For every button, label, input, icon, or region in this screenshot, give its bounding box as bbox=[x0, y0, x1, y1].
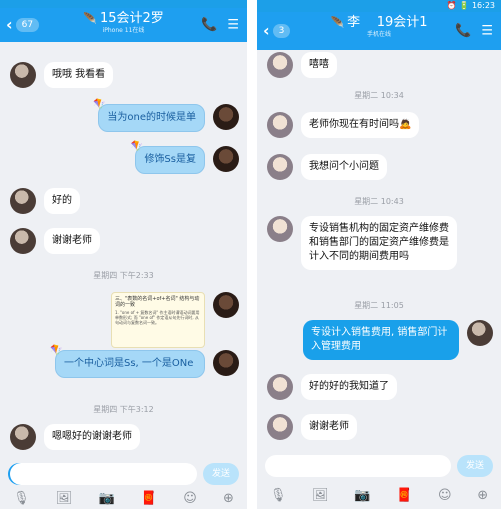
back-button[interactable]: ‹ 3 bbox=[263, 21, 291, 40]
microphone-icon[interactable]: 🎙 bbox=[13, 491, 30, 506]
left-chat-screen: ‹ 67 🪶 15会计2罗 iPhone 11在线 📞 ☰ 哦哦 我看看 🪁 当为o… bbox=[0, 0, 247, 509]
menu-icon[interactable]: ☰ bbox=[481, 24, 493, 39]
message-bubble[interactable]: 嗯嗯好的谢谢老师 bbox=[44, 424, 140, 450]
message-incoming: 谢谢老师 bbox=[10, 228, 100, 254]
chat-title: 🪶 15会计2罗 bbox=[83, 11, 164, 26]
kite-icon: 🪁 bbox=[93, 99, 106, 110]
message-incoming: 我想问个小问题 bbox=[267, 154, 387, 180]
back-button[interactable]: ‹ 67 bbox=[6, 15, 40, 34]
kite-icon: 🪁 bbox=[50, 345, 63, 356]
input-toolbar: 🎙 🖼 📷 🧧 ☺ ⊕ bbox=[0, 487, 247, 509]
message-outgoing: 专设计入销售费用, 销售部门计入管理费用 bbox=[303, 320, 493, 360]
message-incoming: 谢谢老师 bbox=[267, 414, 357, 440]
chevron-left-icon: ‹ bbox=[263, 21, 270, 40]
online-status: 手机在线 bbox=[366, 31, 391, 38]
input-toolbar: 🎙 🖼 📷 🧧 ☺ ⊕ bbox=[257, 481, 501, 509]
message-bubble[interactable]: 哦哦 我看看 bbox=[44, 62, 114, 88]
camera-icon[interactable]: 📷 bbox=[354, 488, 370, 503]
avatar[interactable] bbox=[267, 216, 293, 242]
plus-icon[interactable]: ⊕ bbox=[223, 491, 234, 506]
camera-icon[interactable]: 📷 bbox=[99, 491, 115, 506]
avatar[interactable] bbox=[213, 350, 239, 376]
chat-header: ‹ 3 🪶 李 19会计1 手机在线 📞 ☰ bbox=[257, 12, 501, 50]
chat-header: ‹ 67 🪶 15会计2罗 iPhone 11在线 📞 ☰ bbox=[0, 8, 247, 42]
message-list[interactable]: 嘻嘻 星期二 10:34 老师你现在有时间吗🙇 我想问个小问题 星期二 10:4… bbox=[257, 50, 501, 454]
message-incoming: 老师你现在有时间吗🙇 bbox=[267, 112, 420, 138]
message-bubble[interactable]: 好的 bbox=[44, 188, 80, 214]
avatar[interactable] bbox=[267, 112, 293, 138]
message-incoming: 嘻嘻 bbox=[267, 52, 337, 78]
chat-title: 🪶 李 19会计1 bbox=[330, 15, 428, 30]
message-bubble[interactable]: 我想问个小问题 bbox=[301, 154, 387, 180]
feather-icon: 🪶 bbox=[83, 12, 97, 25]
message-list[interactable]: 哦哦 我看看 🪁 当为one的时候是单 🪁 修饰Ss是复 好的 谢谢老师 星期四 下… bbox=[0, 42, 247, 461]
unread-badge: 3 bbox=[272, 24, 291, 38]
image-message[interactable]: 三、"表数的名词+of+名词" 结构与动词的一致 1. "one of + 复数… bbox=[111, 292, 205, 348]
message-incoming: 专设销售机构的固定资产维修费和销售部门的固定资产维修费是计入不同的期间费用吗 bbox=[267, 216, 457, 270]
message-incoming: 哦哦 我看看 bbox=[10, 62, 114, 88]
message-bubble[interactable]: 🪁 当为one的时候是单 bbox=[93, 99, 205, 132]
message-input[interactable] bbox=[8, 463, 197, 485]
timestamp: 星期四 下午3:12 bbox=[93, 405, 154, 414]
message-incoming: 好的好的我知道了 bbox=[267, 374, 397, 400]
feather-icon: 🪶 bbox=[330, 16, 345, 29]
status-bar: ⏰ 🔋 16:23 bbox=[257, 0, 501, 12]
red-packet-icon[interactable]: 🧧 bbox=[141, 491, 157, 506]
status-right: ⏰ 🔋 16:23 bbox=[446, 1, 495, 10]
message-input[interactable] bbox=[265, 455, 451, 477]
online-status: iPhone 11在线 bbox=[102, 27, 145, 34]
phone-icon[interactable]: 📞 bbox=[201, 18, 217, 33]
phone-icon[interactable]: 📞 bbox=[455, 24, 471, 39]
emoji-icon[interactable]: ☺ bbox=[438, 488, 452, 503]
image-icon[interactable]: 🖼 bbox=[56, 491, 73, 506]
timestamp: 星期四 下午2:33 bbox=[93, 271, 154, 280]
avatar[interactable] bbox=[213, 292, 239, 318]
message-bubble[interactable]: 专设计入销售费用, 销售部门计入管理费用 bbox=[303, 320, 459, 360]
timestamp: 星期二 10:43 bbox=[354, 197, 404, 206]
status-time: 16:23 bbox=[471, 1, 495, 10]
message-bubble[interactable]: 嘻嘻 bbox=[301, 52, 337, 78]
message-outgoing: 🪁 一个中心词是Ss, 一个是ONe bbox=[50, 345, 239, 378]
message-outgoing: 🪁 修饰Ss是复 bbox=[130, 141, 239, 174]
red-packet-icon[interactable]: 🧧 bbox=[396, 488, 412, 503]
avatar[interactable] bbox=[267, 154, 293, 180]
timestamp: 星期二 10:34 bbox=[354, 91, 404, 100]
chat-title-area[interactable]: 🪶 15会计2罗 iPhone 11在线 bbox=[40, 11, 207, 35]
kite-icon: 🪁 bbox=[130, 141, 143, 152]
message-incoming: 嗯嗯好的谢谢老师 bbox=[10, 424, 140, 450]
message-bubble[interactable]: 老师你现在有时间吗🙇 bbox=[301, 112, 420, 138]
message-outgoing: 三、"表数的名词+of+名词" 结构与动词的一致 1. "one of + 复数… bbox=[111, 292, 239, 348]
emoji-icon[interactable]: ☺ bbox=[183, 491, 197, 506]
avatar[interactable] bbox=[10, 188, 36, 214]
status-bar bbox=[0, 0, 247, 8]
plus-icon[interactable]: ⊕ bbox=[477, 488, 488, 503]
microphone-icon[interactable]: 🎙 bbox=[270, 488, 287, 503]
message-bubble[interactable]: 🪁 一个中心词是Ss, 一个是ONe bbox=[50, 345, 205, 378]
avatar[interactable] bbox=[267, 414, 293, 440]
avatar[interactable] bbox=[10, 424, 36, 450]
send-button[interactable]: 发送 bbox=[457, 455, 493, 477]
right-chat-screen: ⏰ 🔋 16:23 ‹ 3 🪶 李 19会计1 手机在线 📞 ☰ 嘻嘻 星期二 1… bbox=[257, 0, 501, 509]
message-incoming: 好的 bbox=[10, 188, 80, 214]
avatar[interactable] bbox=[267, 374, 293, 400]
avatar[interactable] bbox=[213, 104, 239, 130]
message-outgoing: 🪁 当为one的时候是单 bbox=[93, 99, 239, 132]
image-icon[interactable]: 🖼 bbox=[312, 488, 329, 503]
avatar[interactable] bbox=[10, 228, 36, 254]
avatar[interactable] bbox=[267, 52, 293, 78]
send-button[interactable]: 发送 bbox=[203, 463, 239, 485]
avatar[interactable] bbox=[213, 146, 239, 172]
menu-icon[interactable]: ☰ bbox=[227, 18, 239, 33]
avatar[interactable] bbox=[467, 320, 493, 346]
message-bubble[interactable]: 专设销售机构的固定资产维修费和销售部门的固定资产维修费是计入不同的期间费用吗 bbox=[301, 216, 457, 270]
message-bubble[interactable]: 好的好的我知道了 bbox=[301, 374, 397, 400]
chevron-left-icon: ‹ bbox=[6, 15, 13, 34]
chat-title-area[interactable]: 🪶 李 19会计1 手机在线 bbox=[297, 15, 461, 39]
unread-badge: 67 bbox=[15, 18, 40, 32]
avatar[interactable] bbox=[10, 62, 36, 88]
timestamp: 星期二 11:05 bbox=[354, 301, 404, 310]
message-bubble[interactable]: 谢谢老师 bbox=[44, 228, 100, 254]
message-bubble[interactable]: 🪁 修饰Ss是复 bbox=[130, 141, 205, 174]
message-bubble[interactable]: 谢谢老师 bbox=[301, 414, 357, 440]
